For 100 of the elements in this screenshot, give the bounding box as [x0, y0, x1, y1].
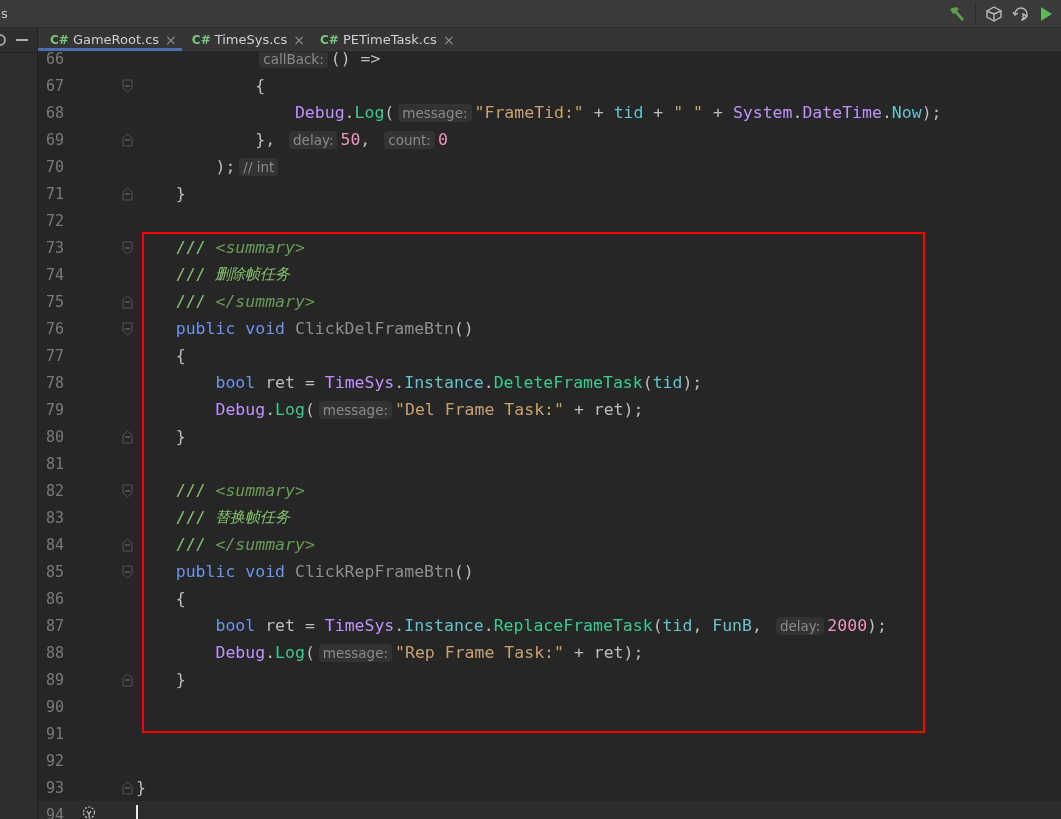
- line-number: 82: [44, 481, 64, 500]
- code-text: () =>: [330, 52, 381, 68]
- keyword: public void: [175, 562, 286, 581]
- identifier: Instance: [404, 373, 484, 392]
- line-number: 75: [44, 292, 64, 311]
- fold-marker-icon[interactable]: [122, 294, 133, 309]
- code-text: }: [175, 427, 186, 446]
- method-name: Log: [275, 643, 305, 662]
- line-number: 70: [44, 157, 64, 176]
- method-name: Log: [275, 400, 305, 419]
- method-name: ReplaceFrameTask: [493, 616, 653, 635]
- refresh-icon[interactable]: [1012, 4, 1030, 23]
- line-number: 66: [44, 52, 64, 68]
- code-text: .: [881, 103, 892, 122]
- fold-marker-icon[interactable]: [122, 780, 133, 795]
- code-text: .: [265, 643, 276, 662]
- code-text: ,: [692, 616, 704, 635]
- line-number: 93: [44, 778, 64, 797]
- tab-label: GameRoot.cs: [72, 32, 160, 47]
- method-name: ClickDelFrameBtn: [294, 319, 454, 338]
- method-name: Log: [354, 103, 385, 122]
- code-text: ret =: [264, 616, 316, 635]
- close-icon[interactable]: ×: [293, 31, 306, 48]
- code-text: {: [255, 76, 266, 95]
- cube-icon[interactable]: [985, 4, 1003, 23]
- class-name: Debug: [215, 643, 266, 662]
- keyword: public void: [175, 319, 286, 338]
- fold-marker-icon[interactable]: [122, 132, 133, 147]
- code-text: +: [712, 103, 724, 122]
- close-icon[interactable]: ×: [442, 31, 455, 48]
- doc-comment: ///: [175, 508, 207, 527]
- fold-marker-icon[interactable]: [122, 483, 133, 498]
- code-text: (: [652, 616, 663, 635]
- line-number: 85: [44, 562, 64, 581]
- string-literal: "Del Frame Task:": [395, 400, 564, 419]
- line-number: 67: [44, 76, 64, 95]
- line-number: 80: [44, 427, 64, 446]
- fold-marker-icon[interactable]: [122, 537, 133, 552]
- code-text: (): [453, 562, 474, 581]
- identifier: Instance: [404, 616, 484, 635]
- line-number: 69: [44, 130, 64, 149]
- line-number: 84: [44, 535, 64, 554]
- minimize-icon[interactable]: [16, 39, 28, 41]
- keyword: bool: [215, 373, 256, 392]
- fold-marker-icon[interactable]: [122, 429, 133, 444]
- lightbulb-icon[interactable]: [82, 806, 96, 819]
- fold-marker-icon[interactable]: [122, 672, 133, 687]
- line-number: 86: [44, 589, 64, 608]
- tab-label: TimeSys.cs: [214, 32, 288, 47]
- code-text: .: [792, 103, 803, 122]
- play-icon[interactable]: [1039, 5, 1053, 22]
- class-name: TimeSys: [324, 373, 395, 392]
- csharp-file-icon: C#: [50, 32, 69, 47]
- fold-marker-icon[interactable]: [122, 78, 133, 93]
- line-number: 91: [44, 724, 64, 743]
- code-text: .: [394, 373, 405, 392]
- code-text: .: [483, 616, 494, 635]
- doc-comment: ///: [175, 481, 207, 500]
- inlay-hint: message:: [318, 643, 393, 662]
- inlay-hint: // int: [239, 157, 279, 176]
- hammer-icon[interactable]: [948, 5, 966, 22]
- class-name: Debug: [215, 400, 266, 419]
- line-number: 90: [44, 697, 64, 716]
- code-text: (: [304, 643, 315, 662]
- fold-marker-icon[interactable]: [122, 240, 133, 255]
- close-icon[interactable]: ×: [165, 31, 177, 48]
- code-text: }: [136, 778, 146, 797]
- file-tab[interactable]: C# TimeSys.cs ×: [181, 28, 311, 51]
- number-literal: 50: [340, 130, 361, 149]
- fold-marker-icon[interactable]: [122, 186, 133, 201]
- code-text: );: [921, 103, 942, 122]
- doc-comment-tag: <summary>: [215, 238, 305, 257]
- csharp-file-icon: C#: [191, 32, 211, 47]
- code-text: .: [344, 103, 355, 122]
- line-number: 77: [44, 346, 64, 365]
- fold-marker-icon[interactable]: [122, 321, 133, 336]
- method-name: ClickRepFrameBtn: [294, 562, 454, 581]
- code-text: .: [394, 616, 405, 635]
- code-text: .: [483, 373, 494, 392]
- line-number: 74: [44, 265, 64, 284]
- code-text: {: [175, 346, 186, 365]
- doc-comment-text: 替换帧任务: [215, 508, 291, 527]
- identifier: tid: [662, 616, 693, 635]
- inlay-hint: count:: [384, 130, 435, 149]
- code-text: ,: [360, 130, 372, 149]
- fold-marker-icon[interactable]: [122, 564, 133, 579]
- file-tab[interactable]: C# PETimeTask.cs ×: [310, 28, 460, 51]
- string-literal: "FrameTid:": [474, 103, 584, 122]
- text-caret: [136, 805, 138, 819]
- inlay-hint: callBack:: [259, 52, 328, 68]
- code-text: );: [867, 616, 887, 635]
- number-literal: 2000: [827, 616, 868, 635]
- doc-comment-tag: </summary>: [215, 292, 315, 311]
- code-text: (): [453, 319, 474, 338]
- line-number: 71: [44, 184, 64, 203]
- line-number: 78: [44, 373, 64, 392]
- line-number: 88: [44, 643, 64, 662]
- line-number: 92: [44, 751, 64, 770]
- class-name: Debug: [294, 103, 345, 122]
- code-text: (: [304, 400, 315, 419]
